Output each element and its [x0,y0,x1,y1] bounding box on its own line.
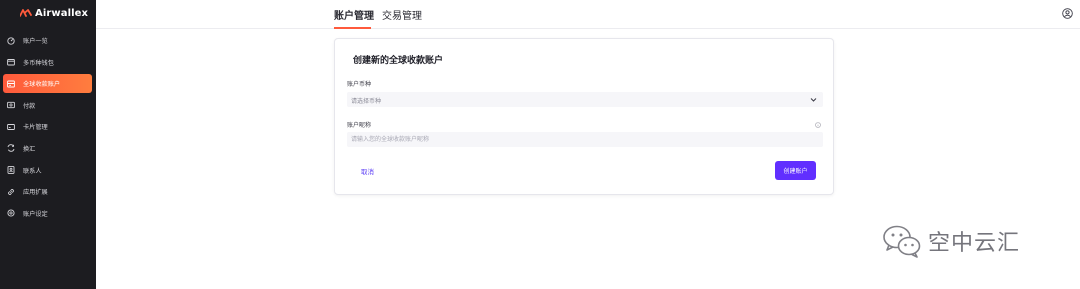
nickname-input[interactable] [347,132,823,147]
sidebar-item-label: 换汇 [23,145,36,153]
page-title: 创建新的全球收款账户 [353,56,444,66]
sidebar-item-contacts[interactable]: 联系人 [3,161,92,180]
active-tab-indicator [334,27,371,29]
sidebar-item-label: 卡片管理 [23,124,48,132]
tab-account-management[interactable]: 账户管理 [334,7,374,22]
chevron-down-icon [810,98,817,102]
settings-icon [7,209,15,217]
create-account-button[interactable]: 创建账户 [775,161,816,180]
currency-select-placeholder: 请选择币种 [351,97,382,105]
contacts-icon [7,166,15,174]
airwallex-logo-icon [20,9,32,17]
payment-icon [7,101,15,109]
sidebar-item-label: 应用扩展 [23,189,48,197]
sidebar-nav: 账户一览 多币种钱包 全球收款账户 付款 卡片管理 换汇 联系人 应用扩展 账户… [0,31,96,223]
cancel-button[interactable]: 取消 [361,166,374,176]
wechat-icon [883,225,921,258]
brand[interactable]: Airwallex [0,0,96,26]
user-icon[interactable] [1062,8,1073,19]
sidebar-item-global-accounts[interactable]: 全球收款账户 [3,74,92,94]
tab-transaction-management[interactable]: 交易管理 [382,7,422,22]
nickname-label: 账户昵称 [347,122,372,129]
app-root: Airwallex 账户一览 多币种钱包 全球收款账户 付款 卡片管理 换汇 联… [0,0,1080,289]
info-icon[interactable] [815,122,821,128]
create-account-card: 创建新的全球收款账户 账户币种 请选择币种 账户昵称 取消 创建账户 [334,38,834,195]
dashboard-icon [7,36,15,45]
sidebar-item-label: 账户设定 [23,210,48,218]
sidebar-item-exchange[interactable]: 换汇 [3,139,92,158]
sidebar-item-label: 联系人 [23,167,42,175]
brand-name: Airwallex [35,7,89,19]
sidebar-item-wallet[interactable]: 多币种钱包 [3,53,92,72]
sidebar-item-integrations[interactable]: 应用扩展 [3,182,92,201]
wallet-icon [7,58,15,66]
sidebar-item-label: 多币种钱包 [23,59,54,67]
exchange-icon [7,144,15,153]
sidebar-item-settings[interactable]: 账户设定 [3,204,92,223]
currency-label: 账户币种 [347,81,372,88]
sidebar: Airwallex 账户一览 多币种钱包 全球收款账户 付款 卡片管理 换汇 联… [0,0,96,289]
watermark-text: 空中云汇 [928,231,1021,256]
watermark: 空中云汇 [882,224,1020,258]
link-icon [7,188,15,196]
sidebar-item-payments[interactable]: 付款 [3,96,92,115]
bank-account-icon [7,80,15,88]
sidebar-item-overview[interactable]: 账户一览 [3,31,92,50]
sidebar-item-label: 付款 [23,102,36,110]
top-bar: 账户管理 交易管理 [96,0,1080,29]
sidebar-item-cards[interactable]: 卡片管理 [3,117,92,136]
currency-select[interactable]: 请选择币种 [347,92,823,107]
card-icon [7,123,15,131]
sidebar-item-label: 全球收款账户 [23,81,61,89]
sidebar-item-label: 账户一览 [23,38,48,45]
